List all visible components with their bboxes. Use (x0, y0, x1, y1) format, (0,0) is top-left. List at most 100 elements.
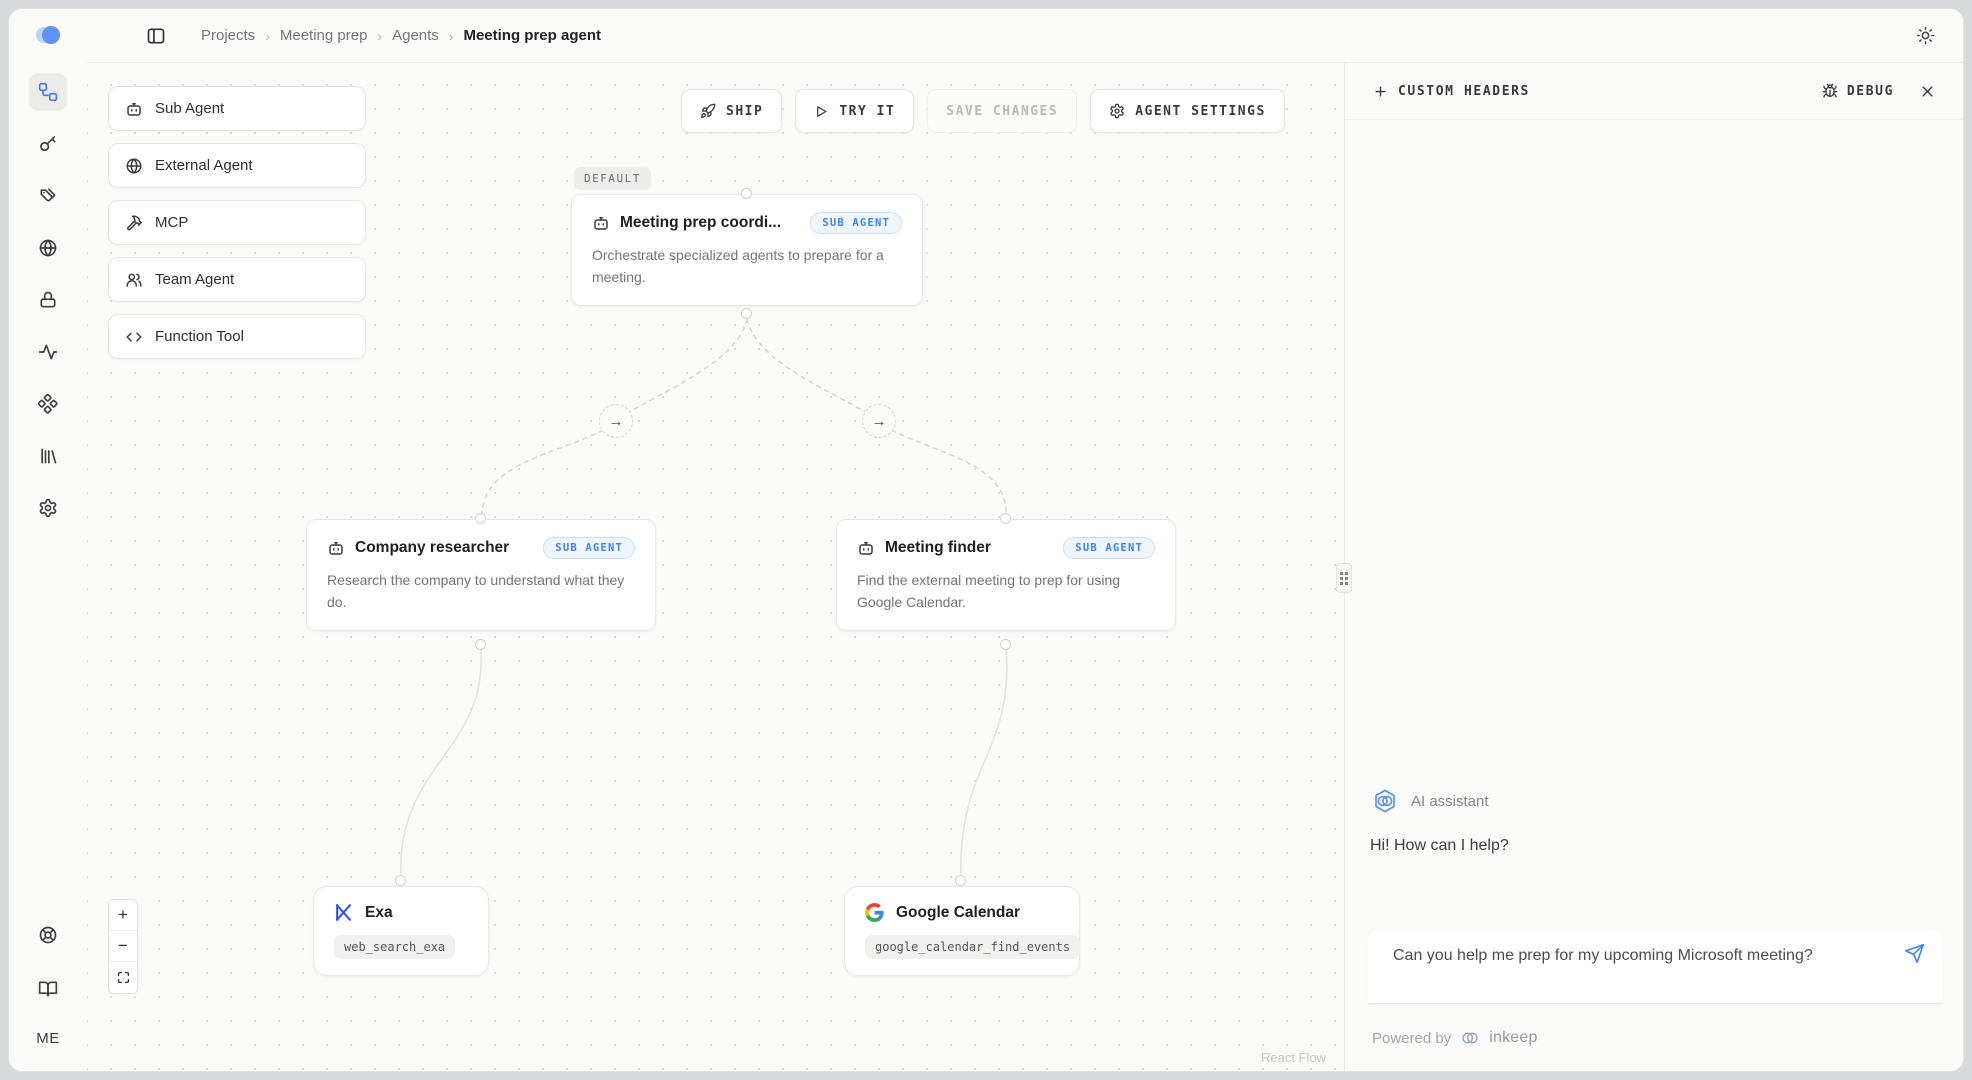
node-handle[interactable] (955, 875, 966, 886)
powered-by[interactable]: Powered by inkeep (1372, 1028, 1538, 1048)
assistant-label: AI assistant (1411, 793, 1489, 810)
inkeep-mark-icon (1460, 1028, 1480, 1048)
zoom-out-button[interactable]: − (109, 931, 137, 962)
palette-mcp[interactable]: MCP (108, 200, 366, 245)
node-handle[interactable] (475, 639, 486, 650)
code-icon (125, 328, 143, 346)
sidebar-item-components[interactable] (29, 385, 67, 423)
flow-canvas[interactable]: Sub Agent External Agent MCP Team Agent … (87, 63, 1344, 1071)
node-description: Find the external meeting to prep for us… (857, 570, 1155, 613)
exa-logo-icon (334, 903, 353, 922)
icon-sidebar: ME (9, 9, 87, 1071)
palette-label: Team Agent (155, 271, 234, 288)
debug-button[interactable]: DEBUG (1822, 83, 1894, 99)
debug-label: DEBUG (1847, 84, 1894, 99)
panel-header: CUSTOM HEADERS DEBUG (1345, 63, 1963, 120)
bug-icon (1822, 83, 1838, 99)
node-handle[interactable] (475, 513, 486, 524)
plus-icon (1373, 84, 1388, 99)
canvas-controls: + − (108, 899, 138, 994)
zoom-in-button[interactable]: + (109, 900, 137, 931)
save-changes-label: SAVE CHANGES (946, 104, 1058, 119)
rocket-icon (700, 103, 716, 119)
node-meeting-finder[interactable]: Meeting finder SUB AGENT Find the extern… (836, 519, 1176, 631)
sidebar-item-globe[interactable] (29, 229, 67, 267)
react-flow-attribution[interactable]: React Flow (1261, 1050, 1326, 1065)
chat-input-card: Can you help me prep for my upcoming Mic… (1368, 929, 1942, 1004)
node-company-researcher[interactable]: Company researcher SUB AGENT Research th… (306, 519, 656, 631)
app-window: ME Projects › Meeting prep › Agents › Me… (8, 8, 1964, 1072)
palette-label: Sub Agent (155, 100, 224, 117)
palette-label: MCP (155, 214, 188, 231)
palette-function-tool[interactable]: Function Tool (108, 314, 366, 359)
hammer-icon (125, 214, 143, 232)
sidebar-item-credentials[interactable] (29, 281, 67, 319)
canvas-toolbar: SHIP TRY IT SAVE CHANGES AGENT SETTINGS (681, 89, 1285, 133)
inkeep-logo-icon[interactable] (33, 23, 63, 47)
user-avatar[interactable]: ME (36, 1024, 60, 1053)
globe-icon (125, 157, 143, 175)
send-icon[interactable] (1904, 943, 1925, 964)
breadcrumb-separator: › (265, 28, 270, 44)
node-title: Company researcher (355, 539, 509, 557)
breadcrumb-projects[interactable]: Projects (201, 27, 255, 44)
node-handle[interactable] (741, 188, 752, 199)
powered-by-label: Powered by (1372, 1030, 1451, 1047)
palette-team-agent[interactable]: Team Agent (108, 257, 366, 302)
google-logo-icon (865, 903, 884, 922)
ship-label: SHIP (726, 104, 763, 119)
breadcrumb-current: Meeting prep agent (463, 27, 601, 44)
fit-view-button[interactable] (109, 962, 137, 993)
edge-transfer-icon[interactable]: → (862, 404, 896, 438)
help-icon[interactable] (29, 916, 67, 954)
default-agent-chip: DEFAULT (574, 167, 651, 190)
sidebar-item-tags[interactable] (29, 177, 67, 215)
docs-icon[interactable] (29, 970, 67, 1008)
node-handle[interactable] (1000, 639, 1011, 650)
palette-sub-agent[interactable]: Sub Agent (108, 86, 366, 131)
sidebar-item-settings[interactable] (29, 489, 67, 527)
node-handle[interactable] (741, 308, 752, 319)
node-exa-tool[interactable]: Exa web_search_exa (313, 886, 489, 976)
sidebar-item-keys[interactable] (29, 125, 67, 163)
inkeep-assistant-icon (1372, 788, 1398, 814)
close-icon[interactable] (1920, 84, 1935, 99)
sidebar-item-library[interactable] (29, 437, 67, 475)
top-header: Projects › Meeting prep › Agents › Meeti… (87, 9, 1963, 63)
node-handle[interactable] (395, 875, 406, 886)
gear-icon (1109, 103, 1125, 119)
node-google-calendar-tool[interactable]: Google Calendar google_calendar_find_eve… (844, 886, 1080, 976)
agent-settings-button[interactable]: AGENT SETTINGS (1090, 89, 1285, 133)
edge-transfer-icon[interactable]: → (599, 404, 633, 438)
sidebar-item-activity[interactable] (29, 333, 67, 371)
breadcrumb-agents[interactable]: Agents (392, 27, 439, 44)
custom-headers-label: CUSTOM HEADERS (1398, 84, 1530, 99)
custom-headers-button[interactable]: CUSTOM HEADERS (1373, 84, 1530, 99)
users-icon (125, 271, 143, 289)
bot-icon (857, 539, 875, 557)
try-it-panel: CUSTOM HEADERS DEBUG AI assistant Hi! Ho… (1344, 63, 1963, 1071)
try-it-button[interactable]: TRY IT (795, 89, 914, 133)
play-icon (814, 104, 829, 119)
save-changes-button[interactable]: SAVE CHANGES (927, 89, 1077, 133)
panel-toggle-icon[interactable] (137, 17, 175, 55)
node-meeting-prep-coordinator[interactable]: Meeting prep coordi... SUB AGENT Orchest… (571, 194, 923, 306)
try-it-label: TRY IT (839, 104, 895, 119)
palette-label: External Agent (155, 157, 253, 174)
panel-resize-handle[interactable] (1336, 563, 1352, 593)
inkeep-brand-label: inkeep (1489, 1029, 1537, 1047)
node-title: Meeting prep coordi... (620, 214, 781, 232)
breadcrumb-separator: › (449, 28, 454, 44)
palette-external-agent[interactable]: External Agent (108, 143, 366, 188)
chat-input[interactable]: Can you help me prep for my upcoming Mic… (1393, 943, 1890, 969)
theme-toggle-icon[interactable] (1916, 26, 1935, 45)
ship-button[interactable]: SHIP (681, 89, 782, 133)
sub-agent-badge: SUB AGENT (543, 537, 635, 559)
node-title: Meeting finder (885, 539, 991, 557)
node-handle[interactable] (1000, 513, 1011, 524)
breadcrumb-project[interactable]: Meeting prep (280, 27, 368, 44)
sidebar-item-graph[interactable] (29, 73, 67, 111)
bot-icon (592, 214, 610, 232)
tool-title: Google Calendar (896, 904, 1020, 922)
bot-icon (125, 100, 143, 118)
